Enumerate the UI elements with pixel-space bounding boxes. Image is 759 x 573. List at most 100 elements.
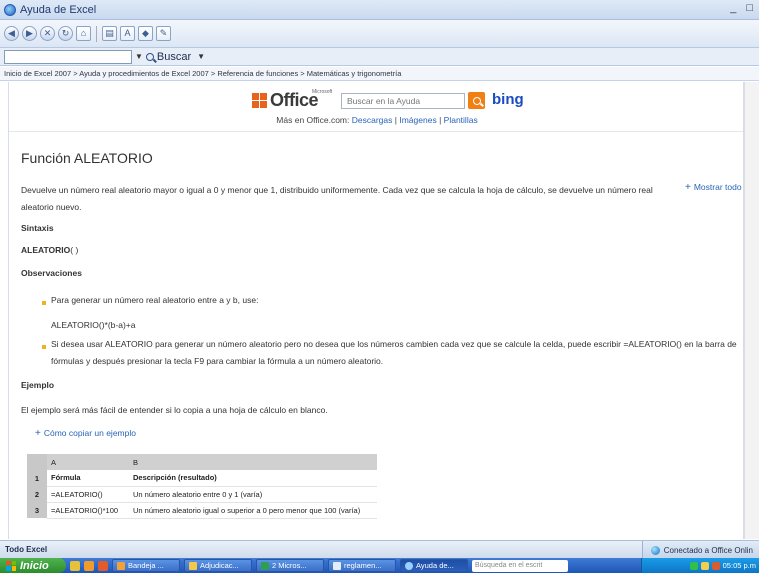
table-row: 2 =ALEATORIO() Un número aleatorio entre… — [27, 486, 377, 503]
bullet-icon — [42, 301, 46, 305]
document-icon — [333, 561, 341, 570]
help-content: Office Microsoft Buscar en la Ayuda bing… — [8, 82, 744, 539]
clock: 05:05 p.m — [722, 561, 756, 570]
help-search-button[interactable] — [468, 92, 485, 109]
copy-example-label: Cómo copiar un ejemplo — [43, 428, 136, 438]
task-bandeja[interactable]: Bandeja ... — [112, 559, 180, 572]
link-descargas[interactable]: Descargas — [352, 115, 393, 125]
show-all-link[interactable]: + Mostrar todo — [685, 182, 742, 193]
task-reglamen[interactable]: reglamen... — [328, 559, 396, 572]
column-header-b: B — [129, 454, 377, 470]
bing-logo: bing — [492, 91, 524, 108]
network-icon[interactable] — [689, 561, 698, 570]
start-label: Inicio — [20, 559, 49, 572]
plus-icon: + — [35, 428, 41, 439]
back-icon[interactable]: ◀ — [4, 26, 19, 41]
office-logo[interactable]: Office Microsoft — [252, 89, 332, 111]
remark-2: Si desea usar ALEATORIO para generar un … — [51, 339, 737, 366]
office-banner: Office Microsoft Buscar en la Ayuda bing… — [9, 82, 743, 132]
office-logo-microsoft: Microsoft — [312, 89, 333, 95]
pin-icon[interactable]: ✎ — [156, 26, 171, 41]
row-number: 2 — [27, 486, 47, 502]
link-separator: | — [439, 115, 442, 125]
excel-help-window: Ayuda de Excel _ □ ◀ ▶ ✕ ↻ ⌂ ▤ A ◆ ✎ ▼ B… — [0, 0, 759, 573]
column-header-a: A — [47, 454, 129, 470]
link-separator: | — [394, 115, 397, 125]
search-icon — [145, 52, 154, 61]
vertical-scrollbar[interactable] — [744, 82, 759, 539]
cell-a: =ALEATORIO()*100 — [47, 502, 129, 519]
remark-1: Para generar un número real aleatorio en… — [51, 295, 259, 305]
start-button[interactable]: Inicio — [0, 558, 66, 573]
security-icon[interactable] — [700, 561, 709, 570]
help-app-icon — [4, 3, 16, 16]
print-icon[interactable]: ▤ — [102, 26, 117, 41]
plus-icon: + — [685, 182, 691, 193]
task-micros[interactable]: 2 Micros... — [256, 559, 324, 572]
formula-text: ALEATORIO()*(b-a)+a — [51, 320, 136, 330]
scope-selector[interactable]: Todo Excel — [0, 545, 47, 554]
copy-example-link[interactable]: + Cómo copiar un ejemplo — [35, 428, 136, 439]
link-imagenes[interactable]: Imágenes — [399, 115, 436, 125]
task-ayuda[interactable]: Ayuda de... — [400, 559, 468, 572]
table-row: 1 Fórmula Descripción (resultado) — [27, 470, 377, 487]
table-corner — [27, 454, 47, 470]
home-icon[interactable]: ⌂ — [76, 26, 91, 41]
task-label: Ayuda de... — [416, 561, 454, 570]
help-search-input[interactable]: Buscar en la Ayuda — [341, 93, 465, 109]
maximize-button[interactable]: □ — [746, 2, 753, 14]
refresh-icon[interactable]: ↻ — [58, 26, 73, 41]
alert-icon[interactable] — [711, 561, 720, 570]
table-header-row: A B — [27, 454, 377, 470]
syntax-function: ALEATORIO — [21, 245, 71, 255]
cell-b: Descripción (resultado) — [129, 470, 377, 487]
quicklaunch-folder-icon[interactable] — [84, 560, 94, 571]
search-button[interactable]: Buscar ▼ — [145, 51, 208, 63]
excel-icon — [261, 561, 269, 570]
globe-icon — [650, 545, 660, 555]
search-dropdown-icon[interactable]: ▼ — [135, 52, 143, 61]
system-tray: 05:05 p.m — [641, 558, 759, 573]
search-row: ▼ Buscar ▼ — [0, 48, 759, 66]
text-size-icon[interactable]: A — [120, 26, 135, 41]
office-logo-icon — [252, 93, 267, 108]
link-plantillas[interactable]: Plantillas — [444, 115, 478, 125]
stop-icon[interactable]: ✕ — [40, 26, 55, 41]
task-label: Bandeja ... — [128, 561, 164, 570]
help-icon — [405, 561, 413, 570]
search-input[interactable] — [4, 49, 132, 64]
connection-status-label: Conectado a Office Onlin — [663, 545, 753, 555]
table-row: 3 =ALEATORIO()*100 Un número aleatorio i… — [27, 502, 377, 519]
toolbar-separator — [96, 25, 97, 42]
page-title: Función ALEATORIO — [21, 150, 153, 166]
quicklaunch-media-icon[interactable] — [98, 560, 108, 571]
desktop-search-input[interactable]: Búsqueda en el escrit — [472, 559, 568, 572]
intro-paragraph: Devuelve un número real aleatorio mayor … — [21, 185, 653, 212]
cell-a: =ALEATORIO() — [47, 486, 129, 503]
task-adjudicac[interactable]: Adjudicac... — [184, 559, 252, 572]
cell-b: Un número aleatorio entre 0 y 1 (varía) — [129, 486, 377, 503]
breadcrumb[interactable]: Inicio de Excel 2007 > Ayuda y procedimi… — [0, 67, 759, 81]
cell-a: Fórmula — [47, 470, 129, 487]
more-on-office: Más en Office.com: Descargas | Imágenes … — [9, 115, 743, 125]
more-prefix: Más en Office.com: — [276, 115, 350, 125]
show-all-label: Mostrar todo — [693, 182, 742, 192]
syntax-args: ( ) — [70, 245, 79, 255]
row-number: 3 — [27, 502, 47, 518]
minimize-button[interactable]: _ — [730, 2, 736, 14]
taskbar: Inicio Bandeja ... Adjudicac... 2 Micros… — [0, 558, 759, 573]
forward-icon[interactable]: ▶ — [22, 26, 37, 41]
status-bar: Todo Excel Conectado a Office Onlin — [0, 540, 759, 559]
cell-b: Un número aleatorio igual o superior a 0… — [129, 502, 377, 519]
toolbar: ◀ ▶ ✕ ↻ ⌂ ▤ A ◆ ✎ — [0, 20, 759, 48]
quicklaunch-ie-icon[interactable] — [70, 560, 80, 571]
book-icon[interactable]: ◆ — [138, 26, 153, 41]
window-title: Ayuda de Excel — [20, 3, 97, 16]
syntax-header: Sintaxis — [21, 223, 54, 233]
row-number: 1 — [27, 470, 47, 486]
task-label: 2 Micros... — [272, 561, 307, 570]
connection-status[interactable]: Conectado a Office Onlin — [641, 541, 759, 559]
title-bar: Ayuda de Excel _ □ — [0, 0, 759, 20]
office-logo-text: Office — [270, 90, 319, 110]
windows-flag-icon — [6, 560, 16, 571]
